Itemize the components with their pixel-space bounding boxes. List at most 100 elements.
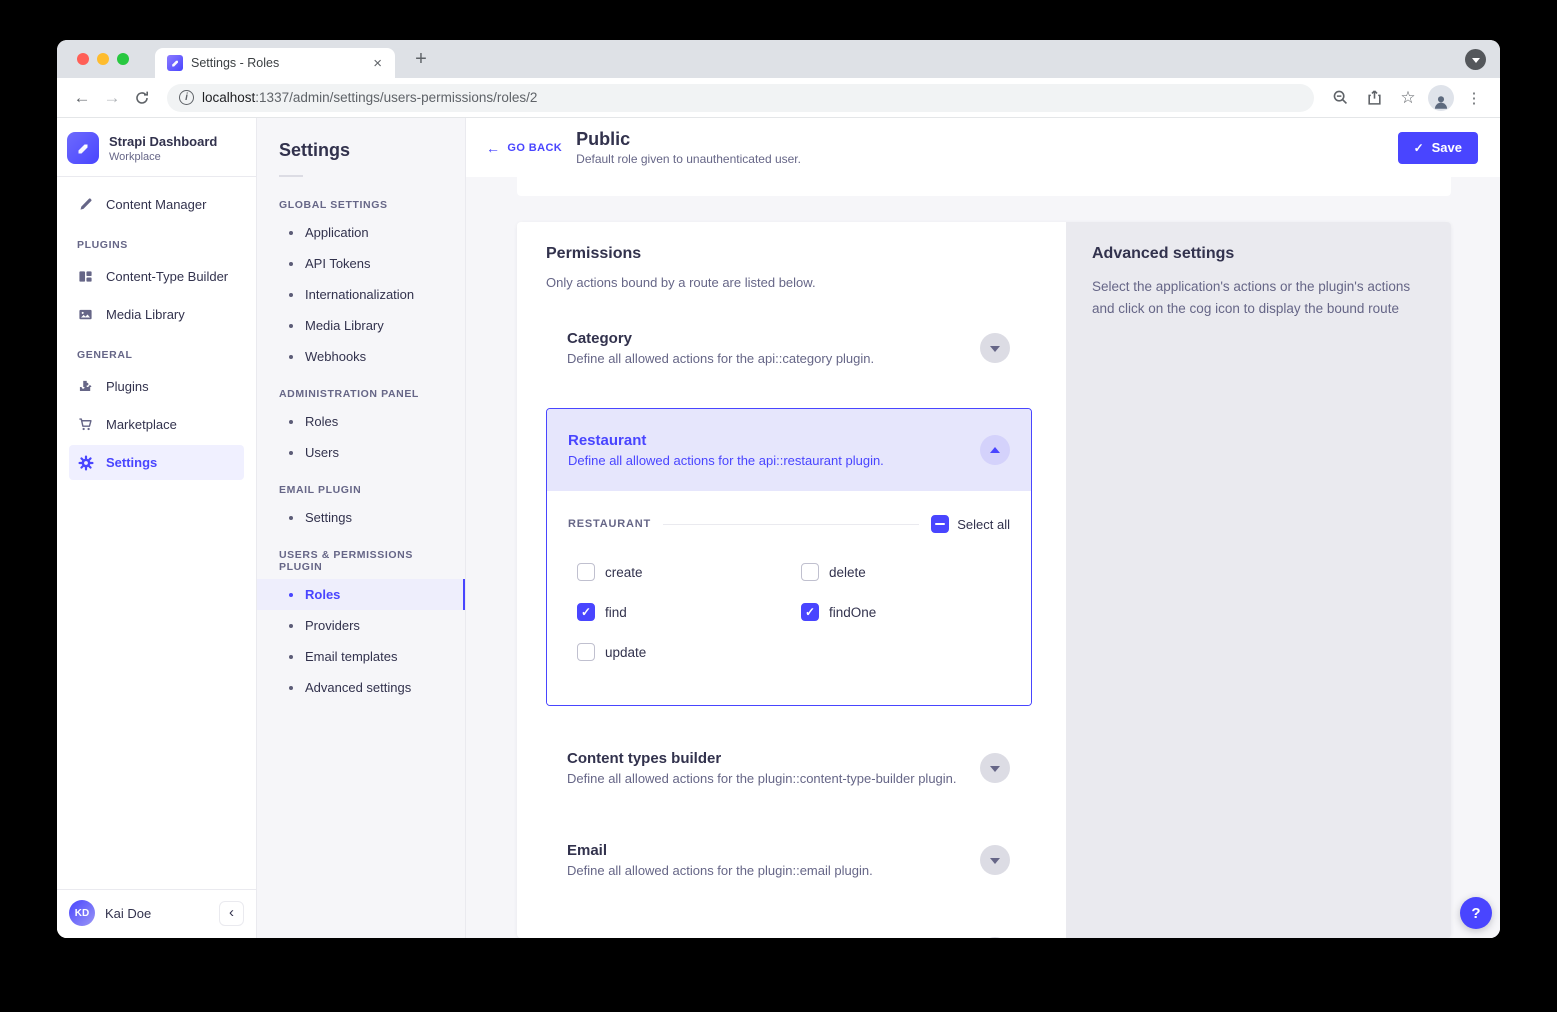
bullet-icon [289, 451, 293, 455]
new-tab-button[interactable]: + [409, 47, 433, 71]
brand-subtitle: Workplace [109, 151, 217, 163]
sidebar-item-content-type-builder[interactable]: Content-Type Builder [69, 259, 244, 294]
browser-profile-avatar[interactable] [1428, 85, 1454, 111]
subnav-item-api-tokens[interactable]: API Tokens [257, 248, 465, 279]
share-icon[interactable] [1360, 84, 1388, 112]
bullet-icon [289, 231, 293, 235]
expand-button[interactable] [980, 937, 1010, 938]
bookmark-star-icon[interactable]: ☆ [1394, 84, 1422, 112]
update-checkbox[interactable] [577, 643, 595, 661]
subnav-section-email-plugin: EMAIL PLUGIN [257, 468, 465, 502]
findone-checkbox[interactable] [801, 603, 819, 621]
subnav-item-admin-roles[interactable]: Roles [257, 406, 465, 437]
subnav-item-media-library[interactable]: Media Library [257, 310, 465, 341]
advanced-settings-description: Select the application's actions or the … [1092, 276, 1422, 319]
sidebar-item-plugins[interactable]: Plugins [69, 369, 244, 404]
subnav-item-label: Roles [305, 587, 340, 602]
accordion-category[interactable]: Category Define all allowed actions for … [546, 316, 1032, 380]
browser-window: Settings - Roles × + ← → i localhost:133… [57, 40, 1500, 938]
expand-button[interactable] [980, 753, 1010, 783]
subnav-item-admin-users[interactable]: Users [257, 437, 465, 468]
create-checkbox[interactable] [577, 563, 595, 581]
sidebar-item-media-library[interactable]: Media Library [69, 297, 244, 332]
accordion-restaurant-header[interactable]: Restaurant Define all allowed actions fo… [547, 409, 1031, 491]
accordion-email[interactable]: Email Define all allowed actions for the… [546, 828, 1032, 892]
toolbar-actions: ☆ ⋮ [1326, 84, 1488, 112]
accordion-content-types-builder[interactable]: Content types builder Define all allowed… [546, 736, 1032, 800]
bullet-icon [289, 655, 293, 659]
tab-search-button[interactable] [1465, 49, 1486, 70]
action-label[interactable]: create [605, 565, 643, 580]
bullet-icon [289, 355, 293, 359]
url-text: localhost:1337/admin/settings/users-perm… [202, 90, 537, 105]
action-label[interactable]: findOne [829, 605, 876, 620]
main-content: ← GO BACK Public Default role given to u… [466, 118, 1500, 938]
save-label: Save [1432, 140, 1462, 155]
workspace-brand[interactable]: Strapi Dashboard Workplace [57, 118, 256, 176]
restaurant-section-tag: RESTAURANT [568, 518, 651, 530]
delete-checkbox[interactable] [801, 563, 819, 581]
go-back-label: GO BACK [507, 142, 562, 154]
accordion-restaurant-body: RESTAURANT Select all [547, 491, 1031, 705]
collapse-button[interactable] [980, 435, 1010, 465]
subnav-item-webhooks[interactable]: Webhooks [257, 341, 465, 372]
bullet-icon [289, 324, 293, 328]
sidebar-item-content-manager[interactable]: Content Manager [69, 187, 244, 222]
expand-button[interactable] [980, 333, 1010, 363]
subnav-item-internationalization[interactable]: Internationalization [257, 279, 465, 310]
select-all-label[interactable]: Select all [957, 517, 1010, 532]
subnav-rule [279, 175, 303, 177]
subnav-item-email-settings[interactable]: Settings [257, 502, 465, 533]
puzzle-icon [77, 378, 94, 395]
action-label[interactable]: delete [829, 565, 866, 580]
sidebar-item-label: Content Manager [106, 197, 206, 212]
page-info-icon[interactable]: i [179, 90, 194, 105]
forward-button[interactable]: → [99, 85, 125, 111]
close-tab-icon[interactable]: × [370, 55, 385, 72]
sidebar-item-label: Settings [106, 455, 157, 470]
accordion-description: Define all allowed actions for the api::… [568, 453, 884, 468]
help-button[interactable]: ? [1460, 897, 1492, 929]
accordion-description: Define all allowed actions for the plugi… [567, 771, 957, 786]
sidebar-item-marketplace[interactable]: Marketplace [69, 407, 244, 442]
actions-grid: create delete find [577, 563, 1010, 661]
find-checkbox[interactable] [577, 603, 595, 621]
sidebar-item-settings[interactable]: Settings [69, 445, 244, 480]
advanced-settings-panel: Advanced settings Select the application… [1066, 222, 1451, 938]
action-label[interactable]: update [605, 645, 646, 660]
address-bar[interactable]: i localhost:1337/admin/settings/users-pe… [167, 84, 1314, 112]
check-icon: ✓ [1414, 141, 1424, 155]
permissions-panel: Permissions Only actions bound by a rout… [517, 222, 1066, 938]
subnav-item-providers[interactable]: Providers [257, 610, 465, 641]
gear-icon [77, 454, 94, 471]
subnav-item-label: Media Library [305, 318, 384, 333]
select-all-checkbox[interactable] [931, 515, 949, 533]
subnav-item-up-roles[interactable]: Roles [257, 579, 465, 610]
expand-button[interactable] [980, 845, 1010, 875]
sidebar-section-plugins: PLUGINS [69, 225, 244, 259]
sidebar-section-general: GENERAL [69, 335, 244, 369]
browser-tab[interactable]: Settings - Roles × [155, 48, 395, 78]
go-back-link[interactable]: ← GO BACK [486, 140, 562, 156]
subnav-item-application[interactable]: Application [257, 217, 465, 248]
close-window-button[interactable] [77, 53, 89, 65]
back-button[interactable]: ← [69, 85, 95, 111]
browser-menu-icon[interactable]: ⋮ [1460, 84, 1488, 112]
save-button[interactable]: ✓ Save [1398, 132, 1478, 164]
collapse-sidebar-button[interactable]: ‹ [219, 901, 244, 926]
subnav-item-advanced-settings[interactable]: Advanced settings [257, 672, 465, 703]
scroll-content[interactable]: Permissions Only actions bound by a rout… [466, 177, 1500, 938]
sidebar-item-label: Marketplace [106, 417, 177, 432]
minimize-window-button[interactable] [97, 53, 109, 65]
permissions-card: Permissions Only actions bound by a rout… [517, 222, 1451, 938]
reload-button[interactable] [129, 85, 155, 111]
zoom-window-button[interactable] [117, 53, 129, 65]
accordion-description: Define all allowed actions for the api::… [567, 351, 874, 366]
accordion-i18n[interactable]: i18n [546, 920, 1032, 938]
zoom-out-icon[interactable] [1326, 84, 1354, 112]
user-avatar[interactable]: KD [69, 900, 95, 926]
subnav-item-email-templates[interactable]: Email templates [257, 641, 465, 672]
chevron-down-icon [990, 858, 1000, 864]
layout-grid-icon [77, 268, 94, 285]
action-label[interactable]: find [605, 605, 627, 620]
